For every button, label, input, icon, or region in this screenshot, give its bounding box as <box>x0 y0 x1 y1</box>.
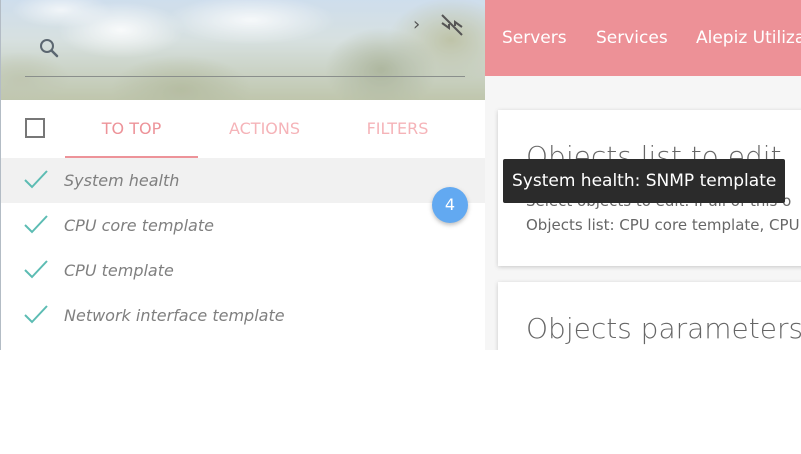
chevron-right-icon[interactable]: › <box>413 14 420 35</box>
search-input[interactable] <box>25 76 465 77</box>
collapse-arrows-icon[interactable] <box>439 12 465 38</box>
top-navigation: Servers Services Alepiz Utilizat <box>485 0 801 76</box>
list-item[interactable]: CPU core template <box>1 203 485 248</box>
list-item-label: CPU core template <box>64 216 214 235</box>
tooltip: System health: SNMP template <box>503 159 786 203</box>
list-item[interactable]: Network interface template <box>1 293 485 338</box>
list-item-label: Network interface template <box>64 306 285 325</box>
objects-sidebar: › TO TOP ACTIONS FILTERS System health C… <box>0 0 485 350</box>
card-title: Objects parameters <box>526 312 801 345</box>
selected-count-badge[interactable]: 4 <box>432 187 468 223</box>
check-icon[interactable] <box>23 258 49 280</box>
nav-services[interactable]: Services <box>596 0 668 76</box>
sidebar-tabs: TO TOP ACTIONS FILTERS <box>65 100 465 159</box>
list-item[interactable]: CPU template <box>1 248 485 293</box>
list-item[interactable]: System health <box>1 158 485 203</box>
list-item-label: CPU template <box>64 261 174 280</box>
check-icon[interactable] <box>23 303 49 325</box>
nav-alepiz-utilization[interactable]: Alepiz Utilizat <box>696 0 801 76</box>
main-content: Objects list to edit Select objects to e… <box>485 76 801 350</box>
check-icon[interactable] <box>23 213 49 235</box>
card-objects-list: Objects list: CPU core template, CPU t <box>526 216 801 234</box>
objects-parameters-card: Objects parameters <box>498 282 801 350</box>
select-all-checkbox[interactable] <box>25 118 45 138</box>
nav-servers[interactable]: Servers <box>502 0 567 76</box>
list-item-label: System health <box>64 171 180 190</box>
check-icon[interactable] <box>23 168 49 190</box>
tab-actions[interactable]: ACTIONS <box>198 100 331 158</box>
tab-filters[interactable]: FILTERS <box>331 100 464 158</box>
objects-list: System health CPU core template CPU temp… <box>1 158 485 338</box>
tab-to-top[interactable]: TO TOP <box>65 100 198 158</box>
search-icon[interactable] <box>39 38 59 58</box>
